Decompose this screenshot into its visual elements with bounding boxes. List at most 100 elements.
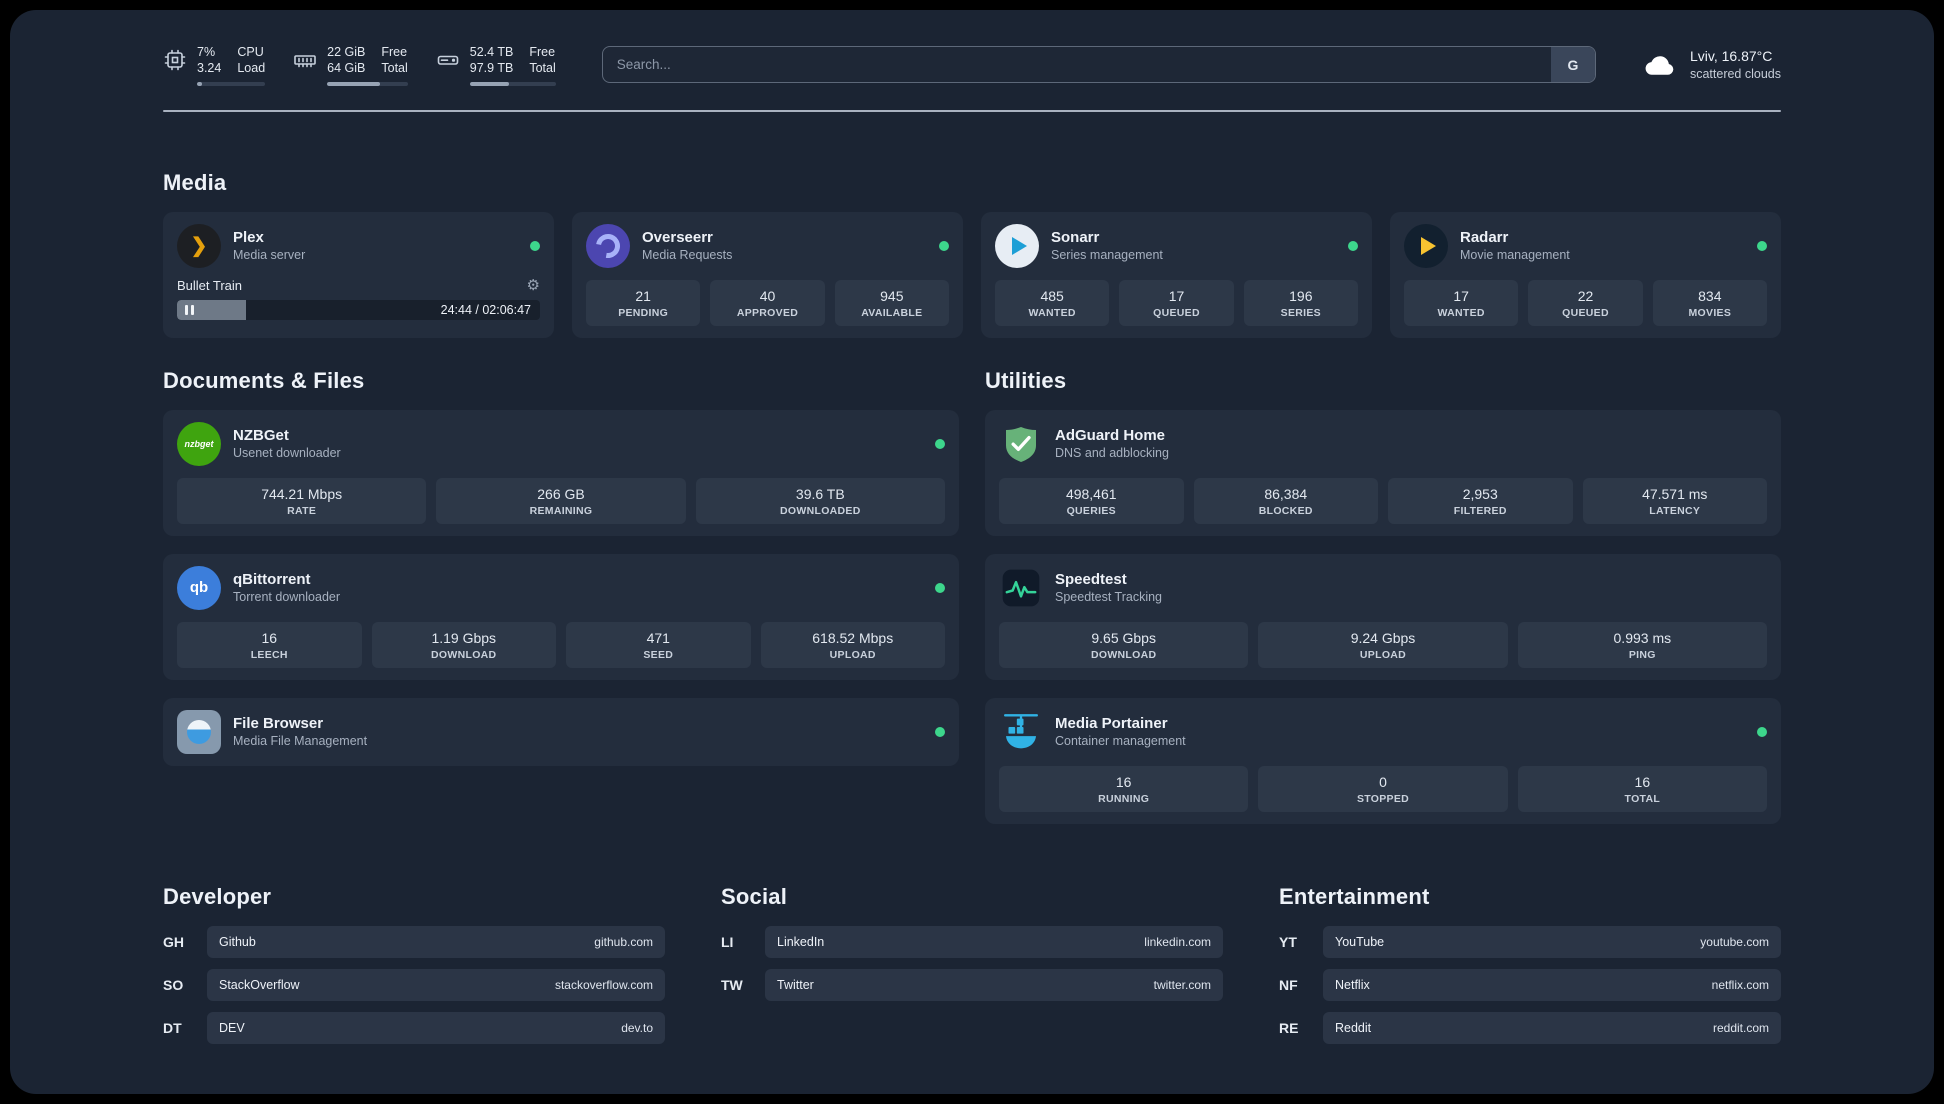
- service-name: qBittorrent: [233, 571, 311, 588]
- service-subtitle: Speedtest Tracking: [1055, 590, 1163, 604]
- stat-seed: 471 SEED: [566, 621, 751, 668]
- bookmark-pill[interactable]: StackOverflow stackoverflow.com: [207, 968, 665, 1001]
- nzbget-icon: nzbget: [177, 421, 221, 466]
- section-title-utilities: Utilities: [985, 367, 1067, 393]
- service-card-portainer[interactable]: Media Portainer Container management 16 …: [985, 697, 1781, 824]
- stat-filtered: 2,953 FILTERED: [1388, 477, 1573, 524]
- stat-wanted: 17 WANTED: [1404, 279, 1519, 326]
- dashboard: 7% 3.24 CPU Load 22 GiB 64 GiB Free Tota…: [10, 10, 1934, 1094]
- developer-bookmarks: Developer GH Github github.com SO StackO…: [163, 884, 665, 1055]
- bookmark-abbr: SO: [163, 976, 184, 993]
- speedtest-icon: [999, 566, 1043, 610]
- stat-queries: 498,461 QUERIES: [999, 477, 1184, 524]
- bookmark-dev[interactable]: DT DEV dev.to: [163, 1011, 665, 1044]
- bookmark-abbr: RE: [1279, 1019, 1299, 1036]
- status-dot: [1757, 726, 1767, 737]
- sonarr-icon: [995, 223, 1039, 268]
- portainer-icon: [999, 710, 1043, 754]
- pause-icon[interactable]: [185, 304, 194, 315]
- service-name: File Browser: [233, 715, 324, 732]
- bookmark-pill[interactable]: Reddit reddit.com: [1323, 1011, 1781, 1044]
- service-card-plex[interactable]: ❯ Plex Media server Bullet Train ⚙ 24:44…: [163, 211, 554, 338]
- bookmark-pill[interactable]: Github github.com: [207, 925, 665, 958]
- bookmark-pill[interactable]: DEV dev.to: [207, 1011, 665, 1044]
- stat-total: 16 TOTAL: [1517, 765, 1767, 812]
- stat-remaining: 266 GB REMAINING: [436, 477, 686, 524]
- media-section: Media ❯ Plex Media server Bullet Train ⚙…: [163, 170, 1781, 338]
- bookmark-youtube[interactable]: YT YouTube youtube.com: [1279, 925, 1781, 958]
- weather-location: Lviv, 16.87°C: [1689, 47, 1773, 64]
- stat-downloaded: 39.6 TB DOWNLOADED: [695, 477, 945, 524]
- service-card-speedtest[interactable]: Speedtest Speedtest Tracking 9.65 Gbps D…: [985, 553, 1781, 680]
- search-input[interactable]: [601, 46, 1596, 84]
- search-provider-button[interactable]: G: [1550, 47, 1595, 83]
- bookmark-pill[interactable]: YouTube youtube.com: [1323, 925, 1781, 958]
- memory-widget: 22 GiB 64 GiB Free Total: [293, 44, 408, 86]
- service-subtitle: DNS and adblocking: [1055, 446, 1169, 460]
- memory-total-label: Total: [381, 61, 408, 76]
- bookmark-abbr: GH: [163, 933, 184, 950]
- stat-stopped: 0 STOPPED: [1258, 765, 1508, 812]
- bookmark-pill[interactable]: Netflix netflix.com: [1323, 968, 1781, 1001]
- stat-ping: 0.993 ms PING: [1517, 621, 1767, 668]
- status-dot: [939, 240, 949, 251]
- service-subtitle: Usenet downloader: [233, 446, 341, 460]
- filebrowser-icon: [177, 709, 221, 754]
- service-card-sonarr[interactable]: Sonarr Series management 485 WANTED 17 Q…: [981, 211, 1372, 338]
- bookmark-stackoverflow[interactable]: SO StackOverflow stackoverflow.com: [163, 968, 665, 1001]
- section-title-media: Media: [163, 169, 227, 195]
- gear-icon[interactable]: ⚙: [527, 278, 540, 293]
- bookmark-abbr: NF: [1279, 976, 1298, 993]
- bookmark-pill[interactable]: LinkedIn linkedin.com: [765, 925, 1223, 958]
- radarr-icon: [1404, 223, 1448, 268]
- disk-total-label: Total: [529, 61, 556, 76]
- disk-free-label: Free: [529, 45, 556, 59]
- utilities-section: Utilities AdGuard Home DNS and adblockin…: [985, 368, 1781, 824]
- cpu-widget: 7% 3.24 CPU Load: [163, 44, 266, 86]
- bookmark-twitter[interactable]: TW Twitter twitter.com: [721, 968, 1223, 1001]
- bookmark-reddit[interactable]: RE Reddit reddit.com: [1279, 1011, 1781, 1044]
- disk-icon: [436, 48, 460, 72]
- stat-series: 196 SERIES: [1243, 279, 1358, 326]
- memory-free-label: Free: [381, 45, 408, 59]
- disk-total-value: 97.9 TB: [469, 61, 514, 76]
- adguard-icon: [999, 422, 1043, 466]
- service-card-adguard[interactable]: AdGuard Home DNS and adblocking 498,461 …: [985, 409, 1781, 536]
- service-subtitle: Torrent downloader: [233, 590, 341, 604]
- memory-free-value: 22 GiB: [327, 45, 366, 59]
- bookmarks-grid: Developer GH Github github.com SO StackO…: [163, 884, 1781, 1091]
- bookmark-pill[interactable]: Twitter twitter.com: [765, 968, 1223, 1001]
- section-title-developer: Developer: [163, 883, 272, 909]
- disk-widget: 52.4 TB 97.9 TB Free Total: [436, 44, 556, 86]
- stat-queued: 22 QUEUED: [1528, 279, 1643, 326]
- service-card-filebrowser[interactable]: File Browser Media File Management: [163, 697, 959, 766]
- bookmark-github[interactable]: GH Github github.com: [163, 925, 665, 958]
- social-bookmarks: Social LI LinkedIn linkedin.com TW Twitt…: [721, 884, 1223, 1055]
- stat-upload: 618.52 Mbps UPLOAD: [760, 621, 945, 668]
- stat-wanted: 485 WANTED: [995, 279, 1110, 326]
- documents-section: Documents & Files nzbget NZBGet Usenet d…: [163, 368, 959, 824]
- service-card-radarr[interactable]: Radarr Movie management 17 WANTED 22 QUE…: [1390, 211, 1781, 338]
- service-card-qbittorrent[interactable]: qb qBittorrent Torrent downloader 16 LEE…: [163, 553, 959, 680]
- bookmark-linkedin[interactable]: LI LinkedIn linkedin.com: [721, 925, 1223, 958]
- service-name: Plex: [233, 229, 264, 246]
- status-dot: [935, 582, 945, 593]
- service-subtitle: Media Requests: [642, 248, 733, 262]
- header-divider: [163, 109, 1781, 112]
- cpu-progress-bar: [197, 81, 266, 86]
- service-name: Media Portainer: [1055, 715, 1168, 732]
- bookmark-abbr: TW: [721, 976, 743, 993]
- section-title-social: Social: [721, 883, 788, 909]
- cpu-load-label: Load: [237, 61, 266, 76]
- stat-download: 9.65 Gbps DOWNLOAD: [999, 621, 1249, 668]
- stat-leech: 16 LEECH: [177, 621, 362, 668]
- bookmark-netflix[interactable]: NF Netflix netflix.com: [1279, 968, 1781, 1001]
- service-name: AdGuard Home: [1055, 427, 1166, 444]
- overseerr-icon: [586, 223, 630, 268]
- stat-rate: 744.21 Mbps RATE: [177, 477, 427, 524]
- bookmark-abbr: YT: [1279, 933, 1297, 950]
- service-card-nzbget[interactable]: nzbget NZBGet Usenet downloader 744.21 M…: [163, 409, 959, 536]
- weather-condition: scattered clouds: [1689, 66, 1781, 81]
- playback-progress-bar[interactable]: 24:44 / 02:06:47: [177, 299, 540, 320]
- service-card-overseerr[interactable]: Overseerr Media Requests 21 PENDING 40 A…: [572, 211, 963, 338]
